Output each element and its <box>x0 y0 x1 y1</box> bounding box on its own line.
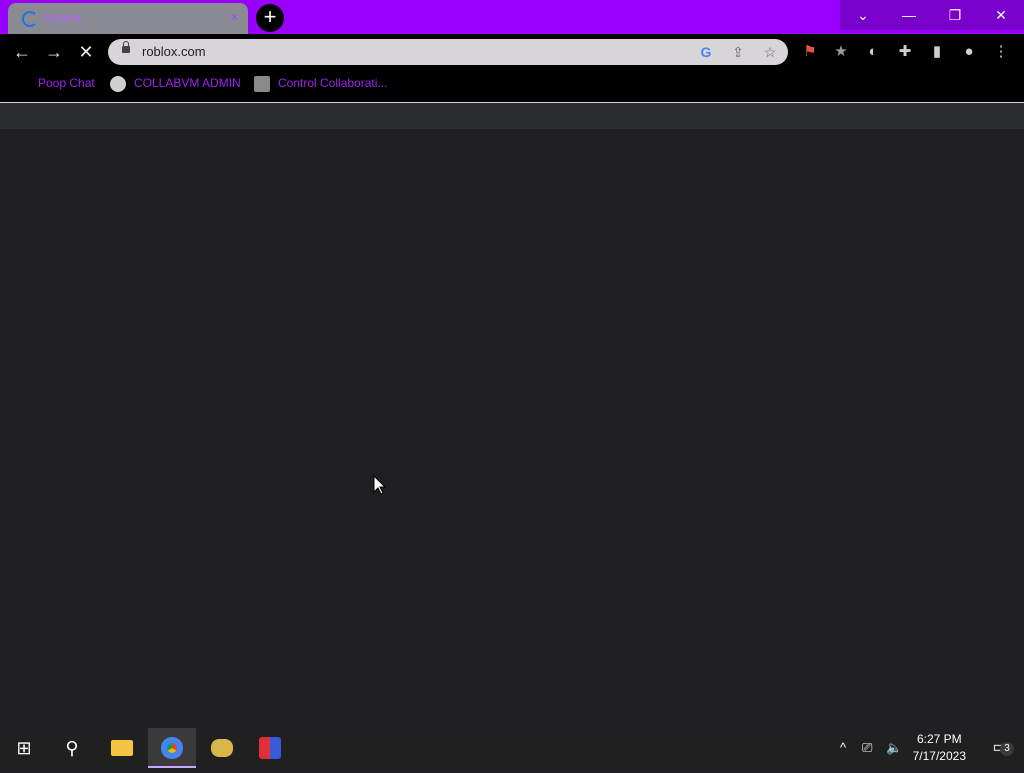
side-panel-icon[interactable]: ▮ <box>927 42 947 62</box>
tab-title: Roblox <box>44 11 82 25</box>
clock-time: 6:27 PM <box>916 732 962 746</box>
chrome-icon[interactable] <box>148 728 196 768</box>
volume-muted-icon[interactable]: 🔈 <box>886 740 902 756</box>
address-bar[interactable]: roblox.com G ⇪ ☆ <box>108 39 788 65</box>
tab-close-icon[interactable]: × <box>231 10 238 24</box>
tab-search-button[interactable]: ⌄ <box>840 0 886 30</box>
extension-3-icon[interactable]: ◐ <box>863 42 883 62</box>
menu-kebab-icon[interactable]: ⋮ <box>991 42 1011 62</box>
bookmark-collabvm-admin[interactable]: COLLABVM ADMIN <box>110 76 241 92</box>
bookmark-label: Control Collaborati... <box>278 76 388 91</box>
close-window-button[interactable]: ✕ <box>978 0 1024 30</box>
taskbar: ⊞ ⚲ ^ ⎚ 🔈 6:27 PM 7/17/2023 ▭3 <box>0 728 1024 768</box>
extension-star-icon[interactable]: ★ <box>831 42 851 62</box>
browser-toolbar: ← → ✕ roblox.com G ⇪ ☆ ⚑ ★ ◐ ✚ ▮ ● ⋮ <box>0 34 1024 70</box>
paint-app-icon[interactable] <box>246 728 294 768</box>
bookmarks-bar: Poop Chat COLLABVM ADMIN Control Collabo… <box>0 70 1024 103</box>
restore-button[interactable]: ❐ <box>932 0 978 30</box>
system-clock[interactable]: 6:27 PM 7/17/2023 <box>913 731 966 765</box>
profile-icon[interactable]: ● <box>959 42 979 62</box>
lock-icon[interactable] <box>122 41 130 53</box>
file-explorer-icon[interactable] <box>98 728 146 768</box>
page-content[interactable] <box>0 103 1024 728</box>
loading-spinner-icon <box>22 11 38 27</box>
notification-count-badge: 3 <box>1000 742 1014 756</box>
page-header-bar <box>0 103 1024 129</box>
network-icon[interactable]: ⎚ <box>862 740 872 756</box>
share-icon[interactable]: ⇪ <box>728 42 748 62</box>
anime-avatar-icon <box>110 76 126 92</box>
back-button[interactable]: ← <box>10 41 34 63</box>
notifications-icon[interactable]: ▭3 <box>976 728 1024 768</box>
stop-loading-button[interactable]: ✕ <box>74 41 98 63</box>
extension-1-icon[interactable]: ⚑ <box>800 42 820 62</box>
bee-app-icon[interactable] <box>198 728 246 768</box>
minimize-button[interactable]: — <box>886 0 932 30</box>
bookmark-poop-chat[interactable]: Poop Chat <box>38 76 95 90</box>
browser-titlebar: Roblox × + ⌄ — ❐ ✕ <box>0 0 1024 34</box>
url-text[interactable]: roblox.com <box>142 44 206 59</box>
clock-date: 7/17/2023 <box>912 749 966 763</box>
bookmark-star-icon[interactable]: ☆ <box>760 42 780 62</box>
bookmark-label: COLLABVM ADMIN <box>134 76 241 91</box>
show-hidden-icons-chevron[interactable]: ^ <box>840 740 846 755</box>
search-button[interactable]: ⚲ <box>48 728 96 768</box>
site-favicon-icon <box>254 76 270 92</box>
google-lens-icon[interactable]: G <box>696 42 716 62</box>
bookmark-control-collaborati[interactable]: Control Collaborati... <box>254 76 387 92</box>
mouse-cursor-icon <box>373 475 387 495</box>
extensions-puzzle-icon[interactable]: ✚ <box>895 42 915 62</box>
forward-button[interactable]: → <box>42 41 66 63</box>
start-button[interactable]: ⊞ <box>0 728 48 768</box>
new-tab-button[interactable]: + <box>256 4 284 32</box>
tab-roblox[interactable]: Roblox × <box>8 3 248 34</box>
